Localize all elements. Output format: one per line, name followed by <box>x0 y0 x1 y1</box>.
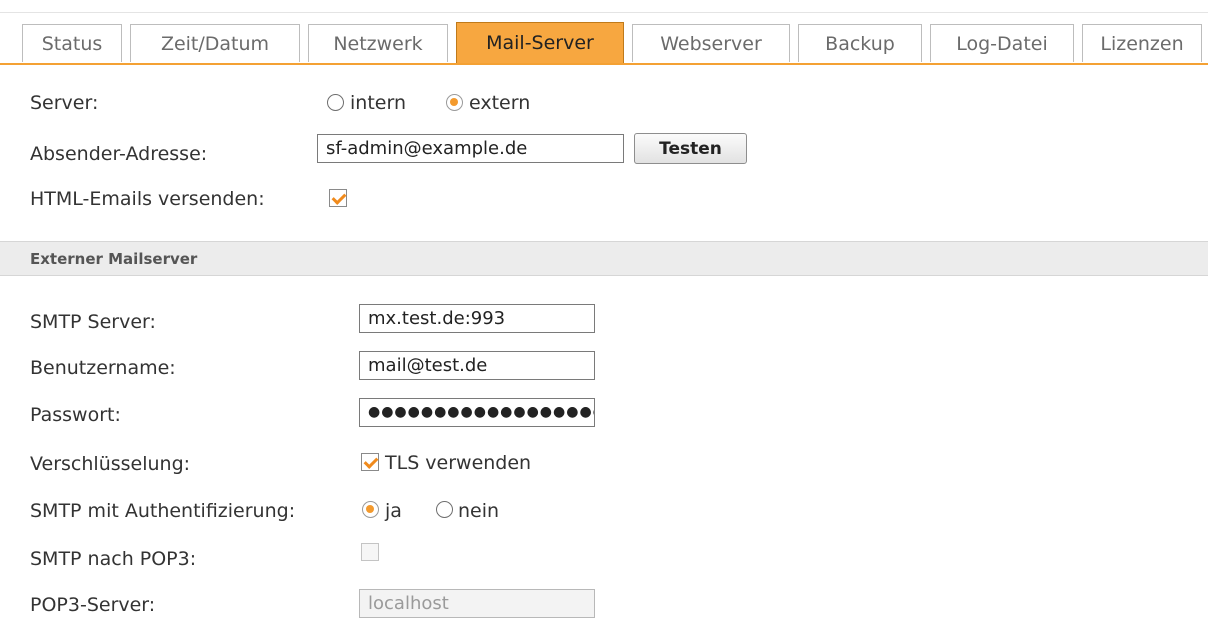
server-label: Server: <box>30 92 99 114</box>
pop3-server-label: POP3-Server: <box>30 594 156 616</box>
tab-label: Netzwerk <box>333 32 423 55</box>
smtp-after-pop3-label: SMTP nach POP3: <box>30 548 197 570</box>
username-label: Benutzername: <box>30 357 176 379</box>
tab-label: Mail-Server <box>486 32 594 54</box>
smtp-server-label: SMTP Server: <box>30 311 156 333</box>
html-emails-label: HTML-Emails versenden: <box>30 188 265 210</box>
tls-checkbox[interactable] <box>361 453 379 471</box>
sender-address-label: Absender-Adresse: <box>30 143 208 165</box>
tab-label: Status <box>41 32 103 55</box>
test-button[interactable]: Testen <box>634 133 747 164</box>
auth-no-radio[interactable] <box>436 501 453 518</box>
username-input[interactable]: mail@test.de <box>359 351 595 380</box>
encryption-label: Verschlüsselung: <box>30 453 191 475</box>
smtp-server-input[interactable]: mx.test.de:993 <box>359 304 595 333</box>
auth-no-label[interactable]: nein <box>458 500 499 522</box>
html-emails-checkbox[interactable] <box>329 189 347 207</box>
password-label: Passwort: <box>30 404 121 426</box>
pop3-server-input[interactable]: localhost <box>359 589 595 618</box>
tab-log-datei[interactable]: Log-Datei <box>930 24 1074 62</box>
tab-underline <box>0 63 1208 65</box>
section-title: Externer Mailserver <box>30 250 198 268</box>
smtp-after-pop3-checkbox[interactable] <box>361 543 379 561</box>
auth-yes-label[interactable]: ja <box>385 500 402 522</box>
auth-yes-radio[interactable] <box>362 501 379 518</box>
server-intern-label[interactable]: intern <box>350 92 406 114</box>
server-extern-radio[interactable] <box>446 94 463 111</box>
section-header: Externer Mailserver <box>0 241 1208 276</box>
tab-zeit-datum[interactable]: Zeit/Datum <box>130 24 300 62</box>
tab-backup[interactable]: Backup <box>798 24 922 62</box>
top-border <box>0 0 1208 13</box>
tls-label[interactable]: TLS verwenden <box>385 452 531 474</box>
tab-lizenzen[interactable]: Lizenzen <box>1082 24 1202 62</box>
password-input[interactable]: ●●●●●●●●●●●●●●●●●●●● <box>359 398 595 427</box>
server-intern-radio[interactable] <box>327 94 344 111</box>
sender-address-input[interactable]: sf-admin@example.de <box>317 134 624 163</box>
tab-label: Webserver <box>660 32 762 55</box>
tab-label: Log-Datei <box>956 32 1048 55</box>
tab-status[interactable]: Status <box>22 24 122 62</box>
tab-label: Lizenzen <box>1100 32 1184 55</box>
tab-mail-server[interactable]: Mail-Server <box>456 22 624 63</box>
smtp-auth-label: SMTP mit Authentifizierung: <box>30 500 296 522</box>
tab-label: Backup <box>825 32 895 55</box>
server-extern-label[interactable]: extern <box>469 92 530 114</box>
tab-webserver[interactable]: Webserver <box>632 24 790 62</box>
tab-label: Zeit/Datum <box>160 32 270 55</box>
tab-netzwerk[interactable]: Netzwerk <box>308 24 448 62</box>
